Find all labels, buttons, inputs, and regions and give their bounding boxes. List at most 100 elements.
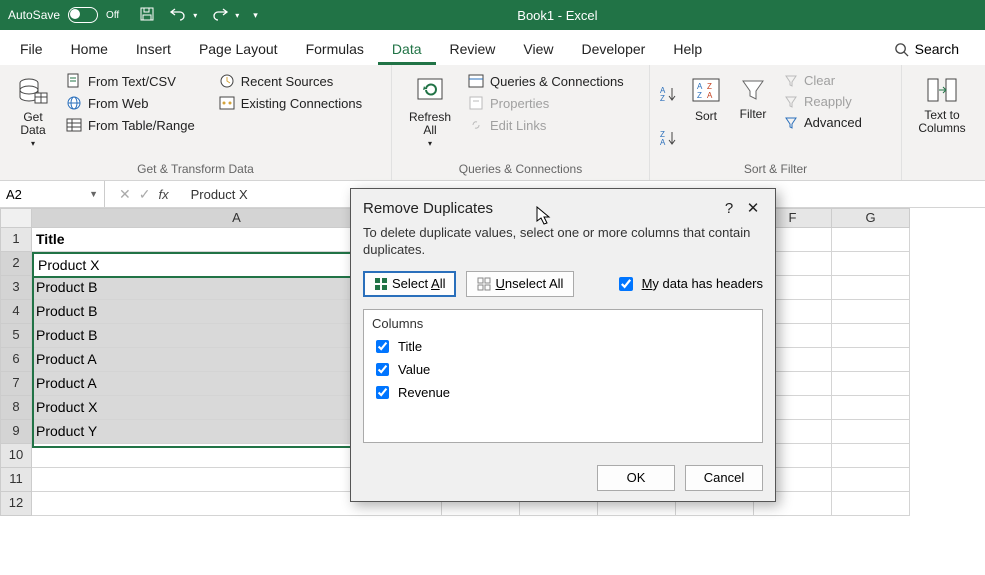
row-header-8[interactable]: 8 — [0, 396, 32, 420]
autosave-state: Off — [106, 10, 119, 21]
get-data-button[interactable]: Get Data ▾ — [10, 71, 56, 160]
column-header-G[interactable]: G — [832, 208, 910, 228]
tab-formulas[interactable]: Formulas — [292, 35, 378, 65]
row-header-6[interactable]: 6 — [0, 348, 32, 372]
unselect-all-label: Unselect All — [495, 276, 563, 291]
tab-page-layout[interactable]: Page Layout — [185, 35, 292, 65]
cell-G12[interactable] — [832, 492, 910, 516]
document-title: Book1 - Excel — [258, 8, 857, 23]
advanced-icon — [784, 116, 798, 130]
row-header-4[interactable]: 4 — [0, 300, 32, 324]
tab-file[interactable]: File — [6, 35, 57, 65]
queries-icon — [468, 73, 484, 89]
row-header-10[interactable]: 10 — [0, 444, 32, 468]
from-web-button[interactable]: From Web — [62, 93, 199, 113]
tab-data[interactable]: Data — [378, 35, 436, 65]
edit-links-button: Edit Links — [464, 115, 628, 135]
search-label: Search — [915, 41, 959, 57]
existing-connections-button[interactable]: Existing Connections — [215, 93, 366, 113]
row-header-2[interactable]: 2 — [0, 252, 32, 276]
autosave-toggle[interactable]: AutoSave Off — [8, 7, 119, 23]
dialog-titlebar[interactable]: Remove Duplicates ? ✕ — [351, 189, 775, 225]
select-all-corner[interactable] — [0, 208, 32, 228]
row-header-1[interactable]: 1 — [0, 228, 32, 252]
cancel-button[interactable]: Cancel — [685, 465, 763, 491]
undo-dropdown-icon[interactable]: ▾ — [193, 11, 197, 20]
search-icon — [894, 42, 909, 57]
cell-G2[interactable] — [832, 252, 910, 276]
tab-view[interactable]: View — [509, 35, 567, 65]
cell-G9[interactable] — [832, 420, 910, 444]
ribbon: Get Data ▾ From Text/CSV From Web From T… — [0, 65, 985, 181]
tab-home[interactable]: Home — [57, 35, 122, 65]
help-button[interactable]: ? — [717, 200, 741, 217]
redo-icon[interactable] — [211, 7, 229, 24]
headers-checkbox-input[interactable] — [619, 277, 633, 291]
select-all-button[interactable]: Select All — [363, 271, 456, 297]
title-bar: AutoSave Off ▾ ▾ ▾ Book1 - Excel — [0, 0, 985, 30]
sort-desc-icon[interactable]: ZA — [660, 129, 680, 150]
enter-icon: ✓ — [139, 186, 151, 203]
ok-button[interactable]: OK — [597, 465, 675, 491]
redo-dropdown-icon[interactable]: ▾ — [235, 11, 239, 20]
cell-G3[interactable] — [832, 276, 910, 300]
close-button[interactable]: ✕ — [741, 199, 765, 217]
row-header-12[interactable]: 12 — [0, 492, 32, 516]
fx-icon[interactable]: fx — [158, 187, 168, 202]
tab-insert[interactable]: Insert — [122, 35, 185, 65]
cell-G6[interactable] — [832, 348, 910, 372]
sort-asc-icon[interactable]: AZ — [660, 85, 680, 106]
quick-access-toolbar: ▾ ▾ ▾ — [139, 6, 258, 25]
reapply-button: Reapply — [780, 92, 866, 111]
row-header-5[interactable]: 5 — [0, 324, 32, 348]
filter-button[interactable]: Filter — [732, 71, 774, 160]
svg-text:Z: Z — [707, 82, 712, 91]
chevron-down-icon: ▾ — [428, 139, 432, 148]
remove-duplicates-dialog: Remove Duplicates ? ✕ To delete duplicat… — [350, 188, 776, 502]
select-all-icon — [374, 277, 388, 291]
column-checkbox-revenue[interactable]: Revenue — [372, 383, 754, 402]
advanced-filter-button[interactable]: Advanced — [780, 113, 866, 132]
tell-me-search[interactable]: Search — [874, 35, 979, 65]
undo-icon[interactable] — [169, 7, 187, 24]
dialog-instruction: To delete duplicate values, select one o… — [363, 225, 763, 259]
text-to-columns-button[interactable]: Text to Columns — [912, 71, 972, 178]
tab-help[interactable]: Help — [659, 35, 716, 65]
cell-G7[interactable] — [832, 372, 910, 396]
cell-G5[interactable] — [832, 324, 910, 348]
cancel-icon: ✕ — [119, 186, 131, 203]
text-columns-icon — [926, 75, 958, 105]
from-text-csv-button[interactable]: From Text/CSV — [62, 71, 199, 91]
row-header-9[interactable]: 9 — [0, 420, 32, 444]
cell-G11[interactable] — [832, 468, 910, 492]
queries-connections-button[interactable]: Queries & Connections — [464, 71, 628, 91]
refresh-all-button[interactable]: Refresh All ▾ — [402, 71, 458, 160]
column-checkbox-value[interactable]: Value — [372, 360, 754, 379]
toggle-switch-icon — [68, 7, 98, 23]
cell-G1[interactable] — [832, 228, 910, 252]
column-checkbox-title[interactable]: Title — [372, 337, 754, 356]
columns-listbox[interactable]: Columns Title Value Revenue — [363, 309, 763, 443]
tab-review[interactable]: Review — [436, 35, 510, 65]
recent-sources-button[interactable]: Recent Sources — [215, 71, 366, 91]
row-header-7[interactable]: 7 — [0, 372, 32, 396]
columns-label: Columns — [372, 316, 754, 331]
tab-developer[interactable]: Developer — [568, 35, 660, 65]
save-icon[interactable] — [139, 6, 155, 25]
my-data-has-headers-checkbox[interactable]: My data has headers — [615, 274, 763, 294]
sort-icon: AZZA — [691, 75, 721, 105]
unselect-all-button[interactable]: Unselect All — [466, 271, 574, 297]
name-box[interactable]: A2 ▼ — [0, 181, 105, 207]
cell-G8[interactable] — [832, 396, 910, 420]
sort-button[interactable]: AZZA Sort — [686, 71, 726, 160]
filter-icon — [739, 75, 767, 103]
svg-text:A: A — [660, 138, 666, 147]
chevron-down-icon: ▾ — [31, 139, 35, 148]
row-header-3[interactable]: 3 — [0, 276, 32, 300]
cell-G10[interactable] — [832, 444, 910, 468]
from-table-range-button[interactable]: From Table/Range — [62, 115, 199, 135]
row-header-11[interactable]: 11 — [0, 468, 32, 492]
formula-bar-buttons: ✕ ✓ fx — [105, 186, 183, 203]
cell-G4[interactable] — [832, 300, 910, 324]
links-icon — [468, 117, 484, 133]
